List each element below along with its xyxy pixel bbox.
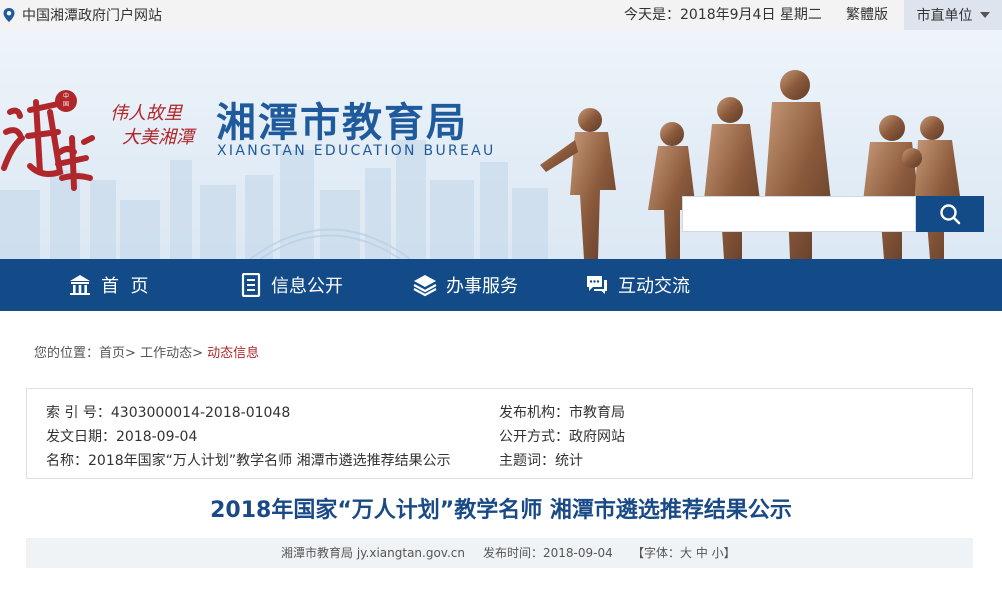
portal-link-label: 中国湘潭政府门户网站 xyxy=(22,8,162,24)
slogan: 伟人故里 大美湘潭 xyxy=(110,102,194,150)
nav-item-home[interactable]: 首 页 xyxy=(68,259,148,311)
chevron-down-icon xyxy=(979,12,990,18)
home-icon xyxy=(70,275,90,295)
article-meta-bar: 湘潭市教育局 jy.xiangtan.gov.cn 发布时间：2018-09-0… xyxy=(26,538,973,568)
nav-item-services[interactable]: 办事服务 xyxy=(413,259,518,311)
department-select[interactable]: 市直单位 xyxy=(904,0,1002,30)
breadcrumb-separator: > xyxy=(125,346,136,361)
document-icon xyxy=(241,273,261,297)
layers-icon xyxy=(413,275,437,297)
index-number: 索 引 号：4303000014-2018-01048 xyxy=(46,405,291,421)
publishing-agency: 发布机构：市教育局 xyxy=(499,405,625,421)
svg-text:中: 中 xyxy=(63,92,69,100)
nav-item-label: 首 页 xyxy=(101,276,149,297)
site-title-english: XIANGTAN EDUCATION BUREAU xyxy=(217,143,496,159)
nav-item-label: 信息公开 xyxy=(271,276,343,297)
search-icon xyxy=(940,204,961,225)
traditional-chinese-link[interactable]: 繁體版 xyxy=(846,0,888,30)
main-nav: 首 页 信息公开 办事服务 互动交流 xyxy=(0,259,1002,311)
location-pin-icon xyxy=(3,8,15,22)
disclosure-mode: 公开方式：政府网站 xyxy=(499,429,625,445)
nav-item-interaction[interactable]: 互动交流 xyxy=(585,259,690,311)
article-source: 湘潭市教育局 jy.xiangtan.gov.cn xyxy=(281,546,465,560)
search-button[interactable] xyxy=(916,196,984,232)
nav-item-info-disclosure[interactable]: 信息公开 xyxy=(240,259,343,311)
breadcrumb-home[interactable]: 首页 xyxy=(99,346,125,361)
slogan-line-2: 大美湘潭 xyxy=(122,127,194,148)
breadcrumb: 您的位置：首页> 工作动态> 动态信息 xyxy=(34,342,259,361)
department-select-label: 市直单位 xyxy=(916,8,973,24)
publish-time: 发布时间：2018-09-04 xyxy=(483,546,613,560)
article-title: 2018年国家“万人计划”教学名师 湘潭市遴选推荐结果公示 xyxy=(210,498,792,523)
subject-keywords: 主题词：统计 xyxy=(499,453,583,469)
nav-item-label: 互动交流 xyxy=(618,276,690,297)
search-input[interactable] xyxy=(682,196,916,232)
portal-link[interactable]: 中国湘潭政府门户网站 xyxy=(0,0,162,30)
issue-date: 发文日期：2018-09-04 xyxy=(46,429,198,445)
document-info-table: 索 引 号：4303000014-2018-01048 发布机构：市教育局 发文… xyxy=(26,388,973,479)
svg-text:国: 国 xyxy=(63,101,69,108)
header-banner: 中 国 伟人故里 大美湘潭 湘潭市教育局 XIANGTAN EDUCATION … xyxy=(0,30,1002,259)
top-bar: 中国湘潭政府门户网站 今天是：2018年9月4日 星期二 繁體版 市直单位 xyxy=(0,0,1002,30)
nav-item-label: 办事服务 xyxy=(446,276,518,297)
site-title: 湘潭市教育局 xyxy=(216,100,468,146)
slogan-line-1: 伟人故里 xyxy=(110,103,182,124)
date-display: 今天是：2018年9月4日 星期二 xyxy=(624,7,822,23)
breadcrumb-section[interactable]: 工作动态 xyxy=(140,346,192,361)
breadcrumb-current[interactable]: 动态信息 xyxy=(207,346,259,361)
document-name: 名称：2018年国家“万人计划”教学名师 湘潭市遴选推荐结果公示 xyxy=(46,453,451,469)
breadcrumb-prefix: 您的位置： xyxy=(34,346,100,361)
font-size-control[interactable]: 【字体：大 中 小】 xyxy=(632,538,736,568)
chat-icon xyxy=(587,276,607,294)
xiangtan-calligraphy-logo: 中 国 xyxy=(1,90,95,191)
breadcrumb-separator: > xyxy=(192,346,203,361)
